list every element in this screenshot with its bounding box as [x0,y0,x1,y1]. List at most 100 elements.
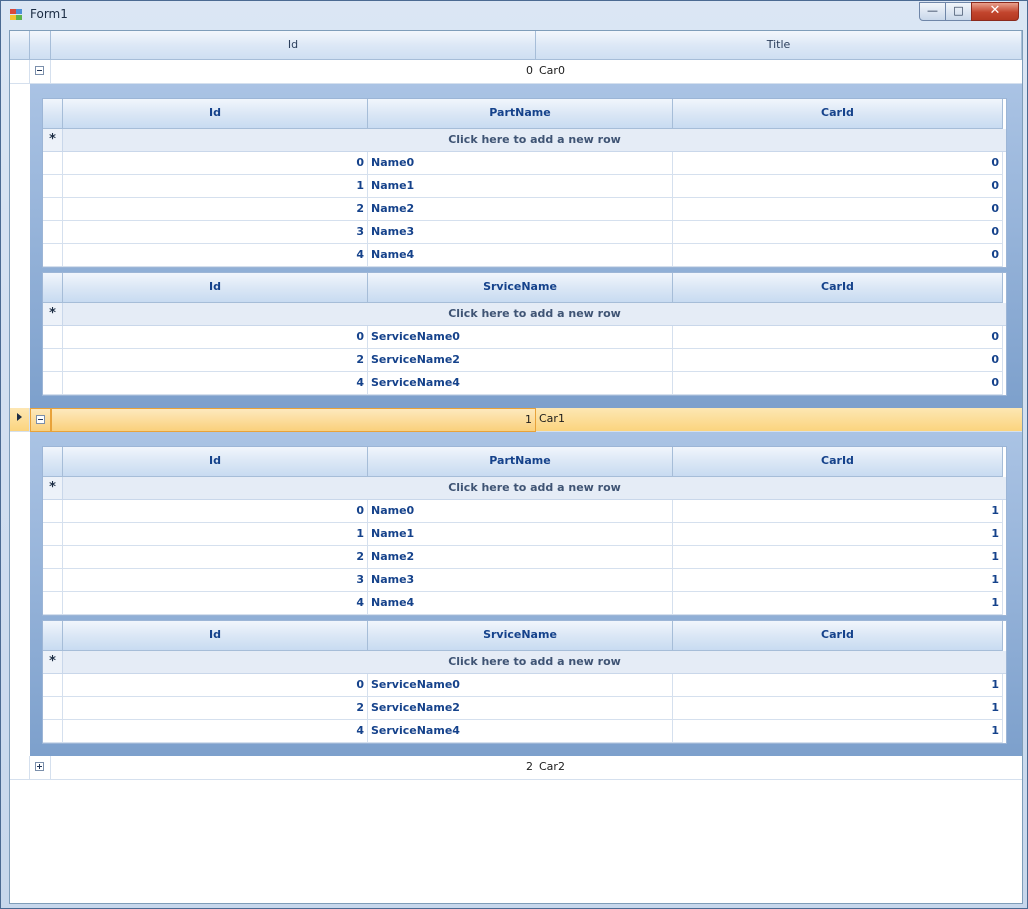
row-selector[interactable] [43,546,63,569]
parts-cell[interactable]: Name4 [368,244,673,267]
column-header-partname[interactable]: PartName [368,99,673,129]
services-cell[interactable]: ServiceName0 [368,326,673,349]
parts-cell[interactable]: Name3 [368,221,673,244]
expand-cell[interactable] [30,60,51,84]
collapse-icon[interactable] [36,415,45,424]
parts-cell[interactable]: Name4 [368,592,673,615]
add-new-row[interactable]: Click here to add a new row [63,129,1006,152]
row-selector[interactable] [43,326,63,349]
column-header-id[interactable]: Id [51,31,536,60]
parts-cell[interactable]: 0 [673,221,1003,244]
column-header-carid[interactable]: CarId [673,99,1003,129]
parts-cell[interactable]: 1 [63,175,368,198]
maximize-button[interactable]: □ [945,2,972,21]
parts-cell[interactable]: 0 [63,500,368,523]
row-selector[interactable] [43,221,63,244]
column-header-carid[interactable]: CarId [673,621,1003,651]
parts-grid[interactable]: Id PartName CarId * Click here to add a new … [42,98,1007,268]
row-selector[interactable] [43,592,63,615]
add-new-row[interactable]: Click here to add a new row [63,651,1006,674]
services-cell[interactable]: 2 [63,697,368,720]
row-selector[interactable] [10,408,30,432]
parts-cell[interactable]: Name1 [368,175,673,198]
parts-cell[interactable]: 1 [673,569,1003,592]
services-cell[interactable]: ServiceName0 [368,674,673,697]
services-cell[interactable]: 4 [63,720,368,743]
app-icon[interactable] [10,9,23,21]
services-grid[interactable]: Id SrviceName CarId * Click here to add a ne… [42,272,1007,396]
row-selector[interactable] [43,244,63,267]
services-cell[interactable]: ServiceName2 [368,349,673,372]
parts-cell[interactable]: 0 [673,198,1003,221]
services-cell[interactable]: ServiceName4 [368,372,673,395]
cell-id[interactable]: 0 [51,60,536,84]
parts-cell[interactable]: 3 [63,569,368,592]
parts-cell[interactable]: Name2 [368,546,673,569]
cell-id[interactable]: 1 [51,408,536,432]
cell-id[interactable]: 2 [51,756,536,780]
add-new-row[interactable]: Click here to add a new row [63,303,1006,326]
column-header-id[interactable]: Id [63,273,368,303]
services-cell[interactable]: ServiceName2 [368,697,673,720]
parts-grid[interactable]: Id PartName CarId * Click here to add a new … [42,446,1007,616]
title-bar[interactable]: Form1 — □ ✕ [1,1,1027,29]
parts-cell[interactable]: 2 [63,546,368,569]
parts-cell[interactable]: 1 [673,592,1003,615]
column-header-carid[interactable]: CarId [673,447,1003,477]
minimize-button[interactable]: — [919,2,946,21]
column-header-id[interactable]: Id [63,99,368,129]
parts-cell[interactable]: 0 [673,175,1003,198]
row-selector[interactable] [43,674,63,697]
services-cell[interactable]: 0 [63,674,368,697]
row-selector[interactable] [10,60,30,84]
row-selector[interactable] [43,349,63,372]
cell-title[interactable]: Car0 [536,60,1022,84]
services-cell[interactable]: 1 [673,720,1003,743]
row-selector[interactable] [43,152,63,175]
parts-cell[interactable]: 1 [673,523,1003,546]
services-cell[interactable]: 4 [63,372,368,395]
services-cell[interactable]: 1 [673,674,1003,697]
master-grid[interactable]: Id Title 0 Car0 Id PartName CarId * Click here t… [9,30,1023,904]
expand-cell[interactable] [30,756,51,780]
parts-cell[interactable]: 0 [673,244,1003,267]
services-cell[interactable]: 0 [673,326,1003,349]
column-header-carid[interactable]: CarId [673,273,1003,303]
services-cell[interactable]: 2 [63,349,368,372]
cell-title[interactable]: Car1 [536,408,1022,432]
row-selector[interactable] [43,198,63,221]
add-new-row[interactable]: Click here to add a new row [63,477,1006,500]
services-cell[interactable]: 0 [63,326,368,349]
services-cell[interactable]: 0 [673,349,1003,372]
row-selector[interactable] [43,697,63,720]
parts-cell[interactable]: 3 [63,221,368,244]
row-selector[interactable] [43,569,63,592]
column-header-id[interactable]: Id [63,621,368,651]
parts-cell[interactable]: Name3 [368,569,673,592]
expand-cell[interactable] [30,408,51,432]
parts-cell[interactable]: Name0 [368,152,673,175]
close-button[interactable]: ✕ [971,2,1019,21]
expand-icon[interactable] [35,762,44,771]
row-selector[interactable] [10,756,30,780]
services-cell[interactable]: 1 [673,697,1003,720]
services-cell[interactable]: 0 [673,372,1003,395]
services-grid[interactable]: Id SrviceName CarId * Click here to add a ne… [42,620,1007,744]
parts-cell[interactable]: Name1 [368,523,673,546]
collapse-icon[interactable] [35,66,44,75]
row-selector[interactable] [43,372,63,395]
parts-cell[interactable]: 0 [63,152,368,175]
row-selector[interactable] [43,175,63,198]
row-selector[interactable] [43,523,63,546]
column-header-partname[interactable]: PartName [368,447,673,477]
row-selector[interactable] [43,720,63,743]
row-selector[interactable] [43,500,63,523]
parts-cell[interactable]: 2 [63,198,368,221]
parts-cell[interactable]: 0 [673,152,1003,175]
column-header-srvicename[interactable]: SrviceName [368,621,673,651]
parts-cell[interactable]: 4 [63,244,368,267]
column-header-srvicename[interactable]: SrviceName [368,273,673,303]
parts-cell[interactable]: Name2 [368,198,673,221]
cell-title[interactable]: Car2 [536,756,1022,780]
column-header-title[interactable]: Title [536,31,1022,60]
